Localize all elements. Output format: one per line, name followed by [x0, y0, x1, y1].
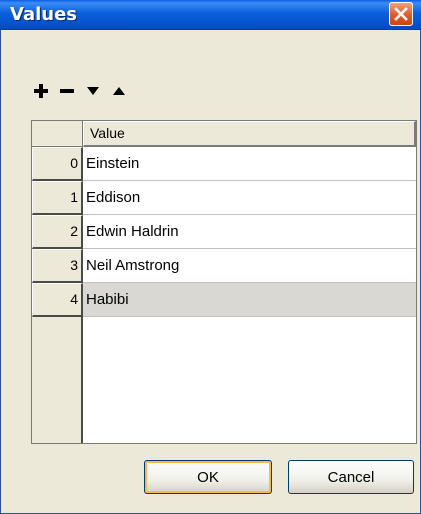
title-bar[interactable]: Values	[0, 0, 421, 30]
window-title: Values	[10, 4, 77, 25]
corner-cell[interactable]	[32, 121, 83, 147]
row-index[interactable]: 4	[32, 283, 83, 317]
close-icon	[394, 7, 408, 21]
triangle-down-icon	[87, 87, 99, 95]
add-row-button[interactable]	[31, 80, 51, 102]
move-up-button[interactable]	[109, 80, 129, 102]
ok-button[interactable]: OK	[144, 460, 272, 494]
move-down-button[interactable]	[83, 80, 103, 102]
table-row-selected[interactable]: 4 Habibi	[32, 283, 416, 317]
row-index[interactable]: 3	[32, 249, 83, 283]
toolbar	[31, 80, 129, 104]
row-header-empty-area	[32, 317, 83, 443]
table-row[interactable]: 3 Neil Amstrong	[32, 249, 416, 283]
table-header: Value	[32, 121, 416, 147]
table-body: 0 Einstein 1 Eddison 2 Edwin Haldrin 3 N…	[32, 147, 416, 317]
row-value[interactable]: Einstein	[83, 147, 416, 181]
values-table: Value 0 Einstein 1 Eddison 2 Edwin Haldr…	[31, 120, 417, 444]
row-index[interactable]: 2	[32, 215, 83, 249]
values-dialog: Values Value 0 Einstein 1 Eddison 2 Edwi…	[0, 0, 421, 514]
table-row[interactable]: 1 Eddison	[32, 181, 416, 215]
cancel-button[interactable]: Cancel	[288, 460, 414, 494]
row-index[interactable]: 1	[32, 181, 83, 215]
row-value[interactable]: Neil Amstrong	[83, 249, 416, 283]
minus-icon	[60, 89, 74, 93]
row-index[interactable]: 0	[32, 147, 83, 181]
triangle-up-icon	[113, 87, 125, 95]
row-value[interactable]: Eddison	[83, 181, 416, 215]
column-header-value[interactable]: Value	[83, 121, 416, 147]
plus-icon	[34, 84, 48, 98]
close-button[interactable]	[389, 2, 413, 26]
table-empty-area	[83, 317, 416, 443]
table-row[interactable]: 0 Einstein	[32, 147, 416, 181]
table-row[interactable]: 2 Edwin Haldrin	[32, 215, 416, 249]
row-value[interactable]: Edwin Haldrin	[83, 215, 416, 249]
row-value[interactable]: Habibi	[83, 283, 416, 317]
remove-row-button[interactable]	[57, 80, 77, 102]
